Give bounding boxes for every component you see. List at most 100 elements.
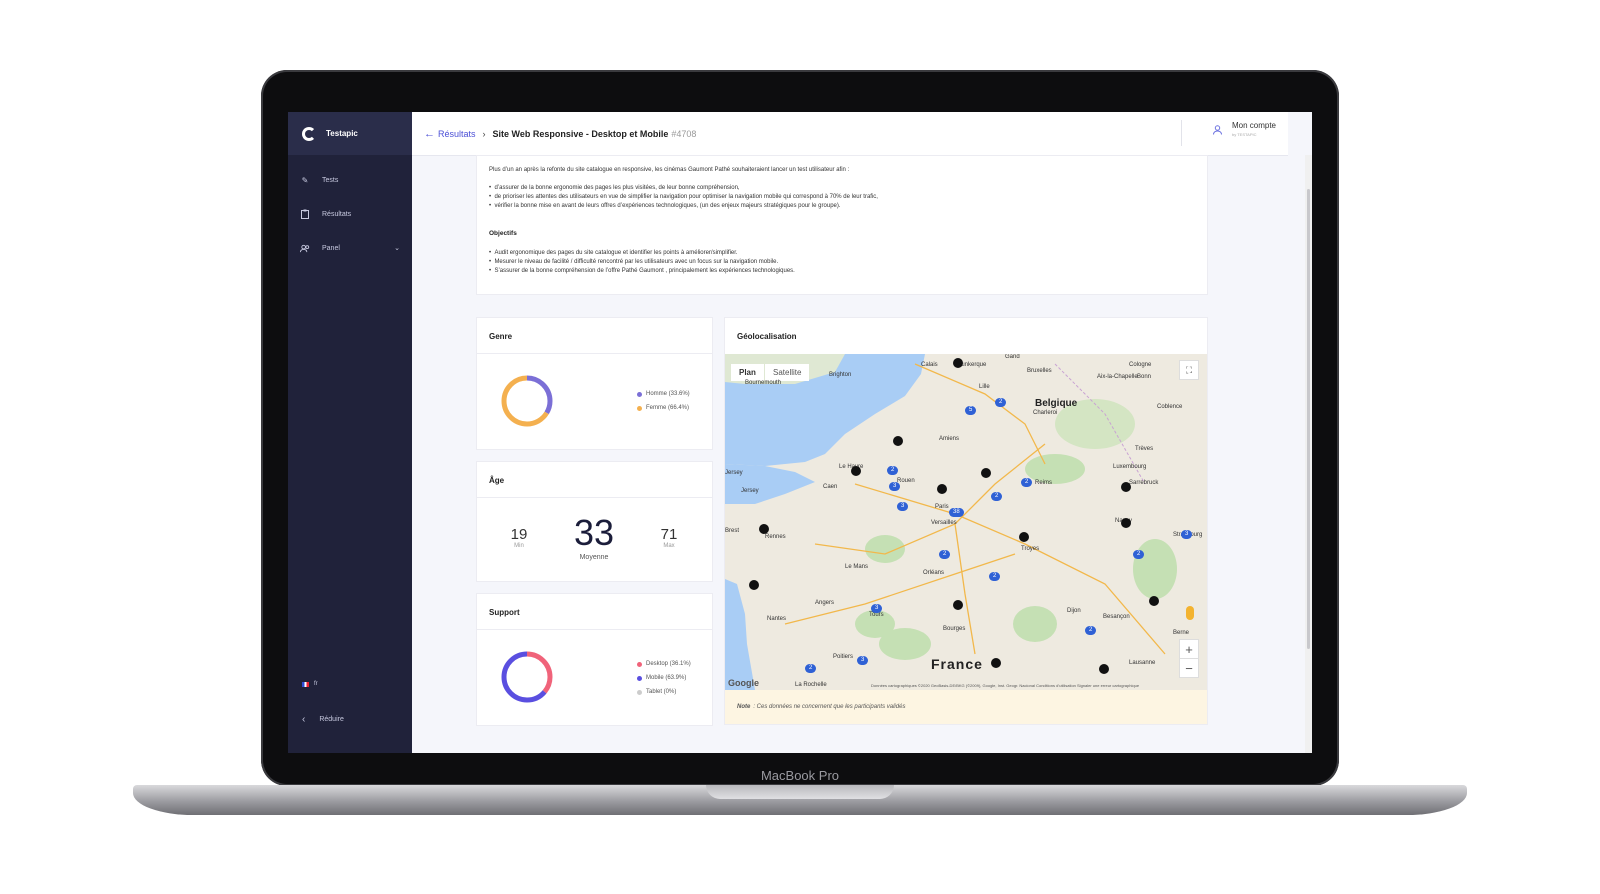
age-max: 71 Max [649,526,689,549]
device-label: MacBook Pro [760,768,840,783]
city-label: Cologne [1129,362,1152,368]
support-title: Support [489,608,520,617]
map-background [725,354,1207,690]
objective-item: • Audit ergonomique des pages du site ca… [489,250,738,256]
back-label: Résultats [438,128,476,139]
zoom-out-button[interactable]: − [1179,658,1199,678]
map-participant-marker[interactable] [893,436,903,446]
city-label: La Rochelle [795,682,827,688]
geo-title: Géolocalisation [737,332,797,341]
legend-label: Femme (66.4%) [646,405,690,411]
geo-note: Note : Ces données ne concernent que les… [725,690,1207,724]
age-max-value: 71 [660,526,678,543]
logo[interactable]: Testapic [288,112,412,155]
zoom-in-button[interactable]: + [1179,639,1199,659]
map-cluster-marker[interactable]: 2 [989,572,1001,581]
genre-legend: Homme (33.6%) Femme (66.4%) [637,387,690,415]
map-cluster-marker[interactable]: 2 [991,492,1003,501]
description-card: Plus d’un an après la refonte du site ca… [476,155,1208,295]
city-label: Troyes [1021,546,1040,552]
support-card: Support Desktop (36.1%) Mobile (63.9%) T… [476,593,713,726]
map-cluster-marker[interactable]: 2 [887,466,899,475]
back-to-results-link[interactable]: ← Résultats [424,128,476,140]
map-cluster-marker[interactable]: 2 [1021,478,1033,487]
city-label: Rouen [897,478,915,484]
map-cluster-marker[interactable]: 2 [1133,550,1145,559]
scrollbar[interactable] [1305,155,1312,753]
note-label: Note [737,704,751,710]
map-cluster-marker[interactable]: 5 [965,406,977,415]
country-label-france: France [931,656,983,672]
map-tab-satellite[interactable]: Satellite [765,364,810,381]
map-participant-marker[interactable] [1121,518,1131,528]
map-cluster-marker[interactable]: 38 [949,508,964,517]
city-label: Lausanne [1129,660,1156,666]
street-view-icon[interactable] [1186,606,1194,620]
age-title: Âge [489,476,505,485]
objectives-title: Objectifs [489,230,517,237]
map-cluster-marker[interactable]: 3 [897,502,909,511]
map-participant-marker[interactable] [953,600,963,610]
map-participant-marker[interactable] [851,466,861,476]
city-label: Bonn [1137,374,1152,380]
legend-item-mobile: Mobile (63.9%) [637,671,691,685]
map-participant-marker[interactable] [749,580,759,590]
legend-dot [637,689,642,695]
city-label: Berne [1173,630,1190,636]
map-participant-marker[interactable] [1019,532,1029,542]
map-tab-plan[interactable]: Plan [731,364,764,381]
map-participant-marker[interactable] [953,358,963,368]
language-selector[interactable]: fr [302,681,318,687]
age-max-label: Max [663,543,675,549]
city-label: Trèves [1135,446,1154,452]
city-label: Poitiers [833,654,854,660]
sidebar-item-label: Résultats [322,210,352,218]
legend-item-desktop: Desktop (36.1%) [637,657,691,671]
google-logo: Google [728,678,759,688]
sidebar-item-panel[interactable]: Panel ⌄ [288,231,412,265]
map[interactable]: Plan Satellite ⛶ + − Belgique France Cal… [725,354,1207,690]
map-participant-marker[interactable] [759,524,769,534]
map-participant-marker[interactable] [991,658,1001,668]
city-label: Jersey [741,488,759,494]
age-card: Âge 19 Min 33 Moyenne 71 Max [476,461,713,582]
fullscreen-icon[interactable]: ⛶ [1179,360,1199,380]
city-label: Aix-la-Chapelle [1097,374,1138,380]
map-participant-marker[interactable] [981,468,991,478]
map-cluster-marker[interactable]: 2 [805,664,817,673]
map-cluster-marker[interactable]: 3 [857,656,869,665]
sidebar-item-resultats[interactable]: Résultats [288,197,412,231]
account-menu[interactable]: Mon compte by TESTAPIC [1212,121,1276,138]
sidebar-item-tests[interactable]: ✎ Tests [288,163,412,197]
map-participant-marker[interactable] [1121,482,1131,492]
sidebar-item-label: Panel [322,244,340,252]
city-label: Jersey [725,470,743,476]
map-participant-marker[interactable] [1149,596,1159,606]
scroll-thumb[interactable] [1307,189,1310,649]
map-cluster-marker[interactable]: 2 [1085,626,1097,635]
city-label: Orléans [923,570,945,576]
map-cluster-marker[interactable]: 2 [995,398,1007,407]
age-min-value: 19 [510,526,528,543]
legend-dot [637,675,642,681]
support-legend: Desktop (36.1%) Mobile (63.9%) Tablet (0… [637,657,691,699]
city-label: Charleroi [1033,410,1058,416]
city-label: Coblence [1157,404,1183,410]
map-cluster-marker[interactable]: 3 [889,482,901,491]
map-cluster-marker[interactable]: 3 [1181,530,1193,539]
map-participant-marker[interactable] [937,484,947,494]
map-attribution[interactable]: Données cartographiques ©2020 GeoBasis-D… [871,683,1139,688]
genre-title: Genre [489,332,513,341]
map-cluster-marker[interactable]: 3 [871,604,883,613]
legend-item-femme: Femme (66.4%) [637,401,690,415]
bullet-text: vérifier la bonne mise en avant de leurs… [494,203,841,209]
city-label: Versailles [931,520,957,526]
legend-dot [637,405,642,411]
description-bullet: • de prioriser les attentes des utilisat… [489,194,878,200]
map-participant-marker[interactable] [1099,664,1109,674]
reduce-sidebar-button[interactable]: ‹ Réduire [302,714,344,725]
description-intro: Plus d’un an après la refonte du site ca… [489,167,850,173]
map-cluster-marker[interactable]: 2 [939,550,951,559]
age-mean-value: 33 [573,512,615,553]
brand-name: Testapic [326,129,358,138]
